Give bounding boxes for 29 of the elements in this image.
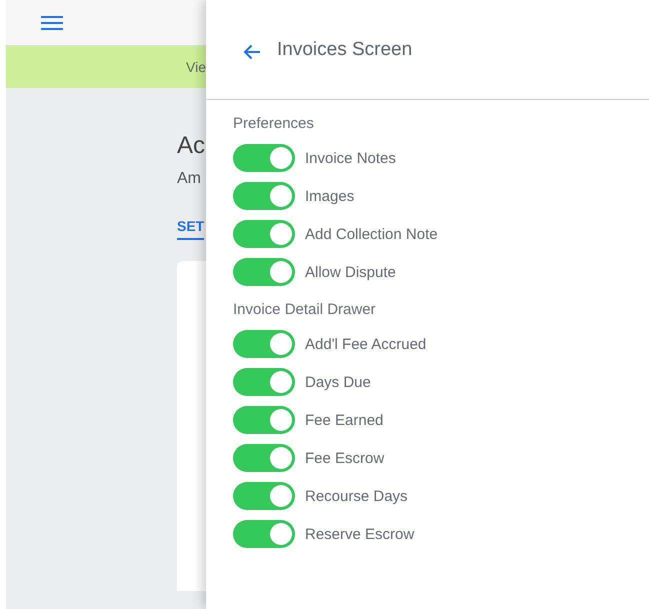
toggle-label: Allow Dispute: [305, 264, 396, 280]
toggle-label: Days Due: [305, 374, 371, 390]
page-heading: Ac: [177, 131, 206, 161]
toggle-label: Fee Escrow: [305, 450, 384, 466]
toggle-label: Reserve Escrow: [305, 526, 414, 542]
back-icon[interactable]: [243, 44, 261, 60]
toggle-switch[interactable]: [233, 182, 295, 210]
toggle-switch[interactable]: [233, 520, 295, 548]
toggle-switch[interactable]: [233, 144, 295, 172]
page-subheading: Am: [177, 170, 201, 188]
toggle-label: Add'l Fee Accrued: [305, 336, 426, 352]
toggle-label: Add Collection Note: [305, 226, 438, 242]
tab[interactable]: SET: [177, 218, 204, 240]
toggle-switch[interactable]: [233, 258, 295, 286]
toggle-label: Images: [305, 188, 354, 204]
section-title: Invoice Detail Drawer: [233, 300, 377, 320]
toggle-switch[interactable]: [233, 406, 295, 434]
toggle-switch[interactable]: [233, 482, 295, 510]
drawer-title: Invoices Screen: [277, 38, 412, 60]
toggle-label: Recourse Days: [305, 488, 408, 504]
menu-icon[interactable]: [41, 14, 63, 30]
toggle-label: Fee Earned: [305, 412, 384, 428]
toggle-switch[interactable]: [233, 444, 295, 472]
section-title: Preferences: [233, 114, 315, 134]
toggle-label: Invoice Notes: [305, 150, 396, 166]
toggle-switch[interactable]: [233, 330, 295, 358]
banner-text: Vie: [186, 59, 206, 75]
toggle-switch[interactable]: [233, 220, 295, 248]
toggle-switch[interactable]: [233, 368, 295, 396]
